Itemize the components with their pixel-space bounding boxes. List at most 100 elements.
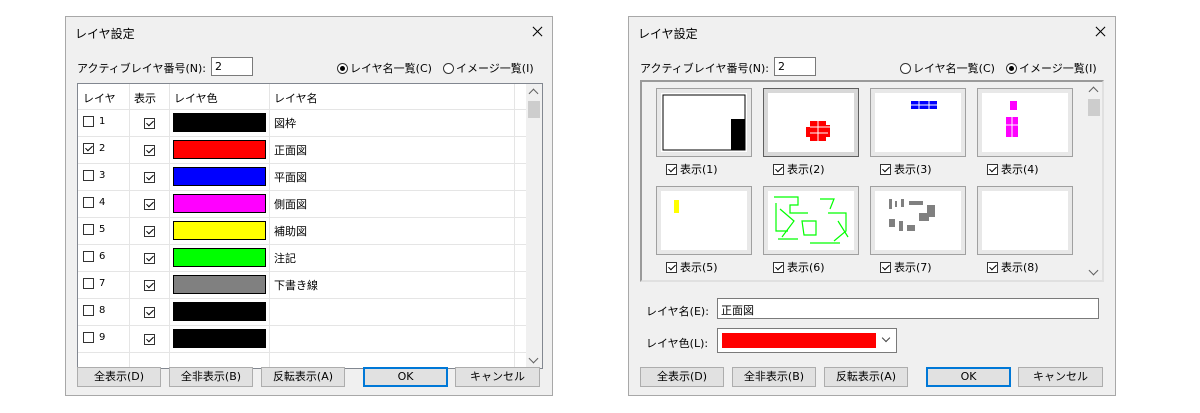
visible-checkbox[interactable] (144, 333, 155, 345)
layer-select-checkbox[interactable] (83, 116, 94, 127)
thumbnail-visible-toggle[interactable]: 表示(8) (987, 259, 1039, 275)
layer-color-swatch[interactable] (173, 248, 266, 267)
ok-button[interactable]: OK (363, 367, 448, 387)
scroll-up-icon[interactable] (1088, 86, 1099, 97)
thumbnail-visible-toggle[interactable]: 表示(4) (987, 161, 1039, 177)
col-visible[interactable]: 表示 (134, 90, 156, 106)
layer-select-checkbox[interactable] (83, 305, 94, 316)
visible-checkbox[interactable] (880, 261, 891, 273)
table-row[interactable]: 1 図枠 (78, 109, 526, 137)
layer-color-swatch[interactable] (173, 221, 266, 240)
layer-name[interactable]: 図枠 (274, 115, 296, 131)
radio-layer-name-list[interactable]: レイヤ名一覧(C) (337, 60, 432, 76)
scroll-down-icon[interactable] (1088, 265, 1099, 276)
layer-color-swatch[interactable] (173, 194, 266, 213)
visible-checkbox[interactable] (880, 163, 891, 175)
thumbnail-visible-toggle[interactable]: 表示(6) (773, 259, 825, 275)
visible-checkbox[interactable] (144, 306, 155, 318)
scroll-thumb[interactable] (1088, 99, 1100, 116)
table-row[interactable]: 6 注記 (78, 244, 526, 272)
list-scrollbar[interactable] (526, 84, 542, 368)
layer-select-checkbox[interactable] (83, 197, 94, 208)
layer-select[interactable]: 3 (83, 170, 105, 181)
table-row[interactable]: 3 平面図 (78, 163, 526, 191)
layer-image-grid[interactable]: 表示(1) 表示(2) 表示(3) 表示(4) 表示(5) 表示(6) 表示(7) 表示(8) (640, 80, 1104, 282)
layer-name[interactable]: 側面図 (274, 196, 307, 212)
layer-name-input[interactable]: 正面図 (717, 298, 1099, 319)
visible-checkbox[interactable] (987, 163, 998, 175)
visible-checkbox[interactable] (144, 171, 155, 183)
table-row[interactable]: 9 (78, 325, 526, 353)
layer-list[interactable]: レイヤ 表示 レイヤ色 レイヤ名 1 図枠 2 正面図 3 平面図 4 側面図 5 補助図 6 注記 7… (77, 83, 543, 369)
visible-checkbox[interactable] (144, 198, 155, 210)
visible-checkbox[interactable] (666, 163, 677, 175)
layer-select[interactable]: 1 (83, 116, 105, 127)
layer-select-checkbox[interactable] (83, 143, 94, 154)
layer-thumbnail[interactable] (656, 186, 752, 255)
table-row[interactable]: 7 下書き線 (78, 271, 526, 299)
layer-select[interactable]: 7 (83, 278, 105, 289)
layer-color-swatch[interactable] (173, 140, 266, 159)
thumbnail-visible-toggle[interactable]: 表示(2) (773, 161, 825, 177)
visible-checkbox[interactable] (144, 225, 155, 237)
layer-name[interactable]: 正面図 (274, 142, 307, 158)
visible-checkbox[interactable] (773, 261, 784, 273)
layer-select[interactable]: 4 (83, 197, 105, 208)
invert-button[interactable]: 反転表示(A) (261, 367, 345, 387)
visible-checkbox[interactable] (144, 279, 155, 291)
invert-button[interactable]: 反転表示(A) (824, 367, 908, 387)
layer-thumbnail[interactable] (870, 186, 966, 255)
visible-checkbox[interactable] (144, 117, 155, 129)
layer-color-swatch[interactable] (173, 167, 266, 186)
layer-select[interactable]: 6 (83, 251, 105, 262)
visible-checkbox[interactable] (666, 261, 677, 273)
active-layer-input[interactable]: 2 (774, 57, 816, 76)
close-icon[interactable] (1085, 17, 1115, 47)
visible-checkbox[interactable] (773, 163, 784, 175)
layer-select[interactable]: 9 (83, 332, 105, 343)
layer-color-swatch[interactable] (173, 113, 266, 132)
col-name[interactable]: レイヤ名 (274, 90, 318, 106)
layer-name[interactable]: 平面図 (274, 169, 307, 185)
layer-thumbnail[interactable] (977, 88, 1073, 157)
layer-thumbnail[interactable] (763, 186, 859, 255)
table-row[interactable]: 2 正面図 (78, 136, 526, 164)
layer-select-checkbox[interactable] (83, 170, 94, 181)
layer-select-checkbox[interactable] (83, 332, 94, 343)
show-all-button[interactable]: 全表示(D) (77, 367, 161, 387)
layer-color-dropdown[interactable] (717, 328, 897, 353)
ok-button[interactable]: OK (926, 367, 1011, 387)
radio-image-list[interactable]: イメージ一覧(I) (1006, 60, 1097, 76)
layer-select[interactable]: 2 (83, 143, 105, 154)
layer-color-swatch[interactable] (173, 329, 266, 348)
show-all-button[interactable]: 全表示(D) (640, 367, 724, 387)
table-row[interactable]: 5 補助図 (78, 217, 526, 245)
thumbnail-visible-toggle[interactable]: 表示(3) (880, 161, 932, 177)
layer-thumbnail[interactable] (870, 88, 966, 157)
layer-name[interactable]: 補助図 (274, 223, 307, 239)
scroll-up-icon[interactable] (528, 88, 539, 99)
visible-checkbox[interactable] (987, 261, 998, 273)
layer-color-swatch[interactable] (173, 275, 266, 294)
layer-thumbnail[interactable] (656, 88, 752, 157)
thumbnail-visible-toggle[interactable]: 表示(5) (666, 259, 718, 275)
layer-name[interactable]: 注記 (274, 250, 296, 266)
radio-layer-name-list[interactable]: レイヤ名一覧(C) (900, 60, 995, 76)
layer-color-swatch[interactable] (173, 302, 266, 321)
hide-all-button[interactable]: 全非表示(B) (732, 367, 816, 387)
scroll-down-icon[interactable] (528, 353, 539, 364)
col-color[interactable]: レイヤ色 (174, 90, 218, 106)
layer-select[interactable]: 8 (83, 305, 105, 316)
table-row[interactable]: 8 (78, 298, 526, 326)
close-icon[interactable] (522, 17, 552, 47)
thumbnail-visible-toggle[interactable]: 表示(1) (666, 161, 718, 177)
scroll-thumb[interactable] (528, 101, 540, 118)
layer-select-checkbox[interactable] (83, 278, 94, 289)
layer-select-checkbox[interactable] (83, 224, 94, 235)
layer-select-checkbox[interactable] (83, 251, 94, 262)
layer-thumbnail[interactable] (763, 88, 859, 157)
visible-checkbox[interactable] (144, 144, 155, 156)
grid-scrollbar[interactable] (1086, 82, 1102, 280)
table-row[interactable]: 4 側面図 (78, 190, 526, 218)
cancel-button[interactable]: キャンセル (455, 367, 540, 387)
